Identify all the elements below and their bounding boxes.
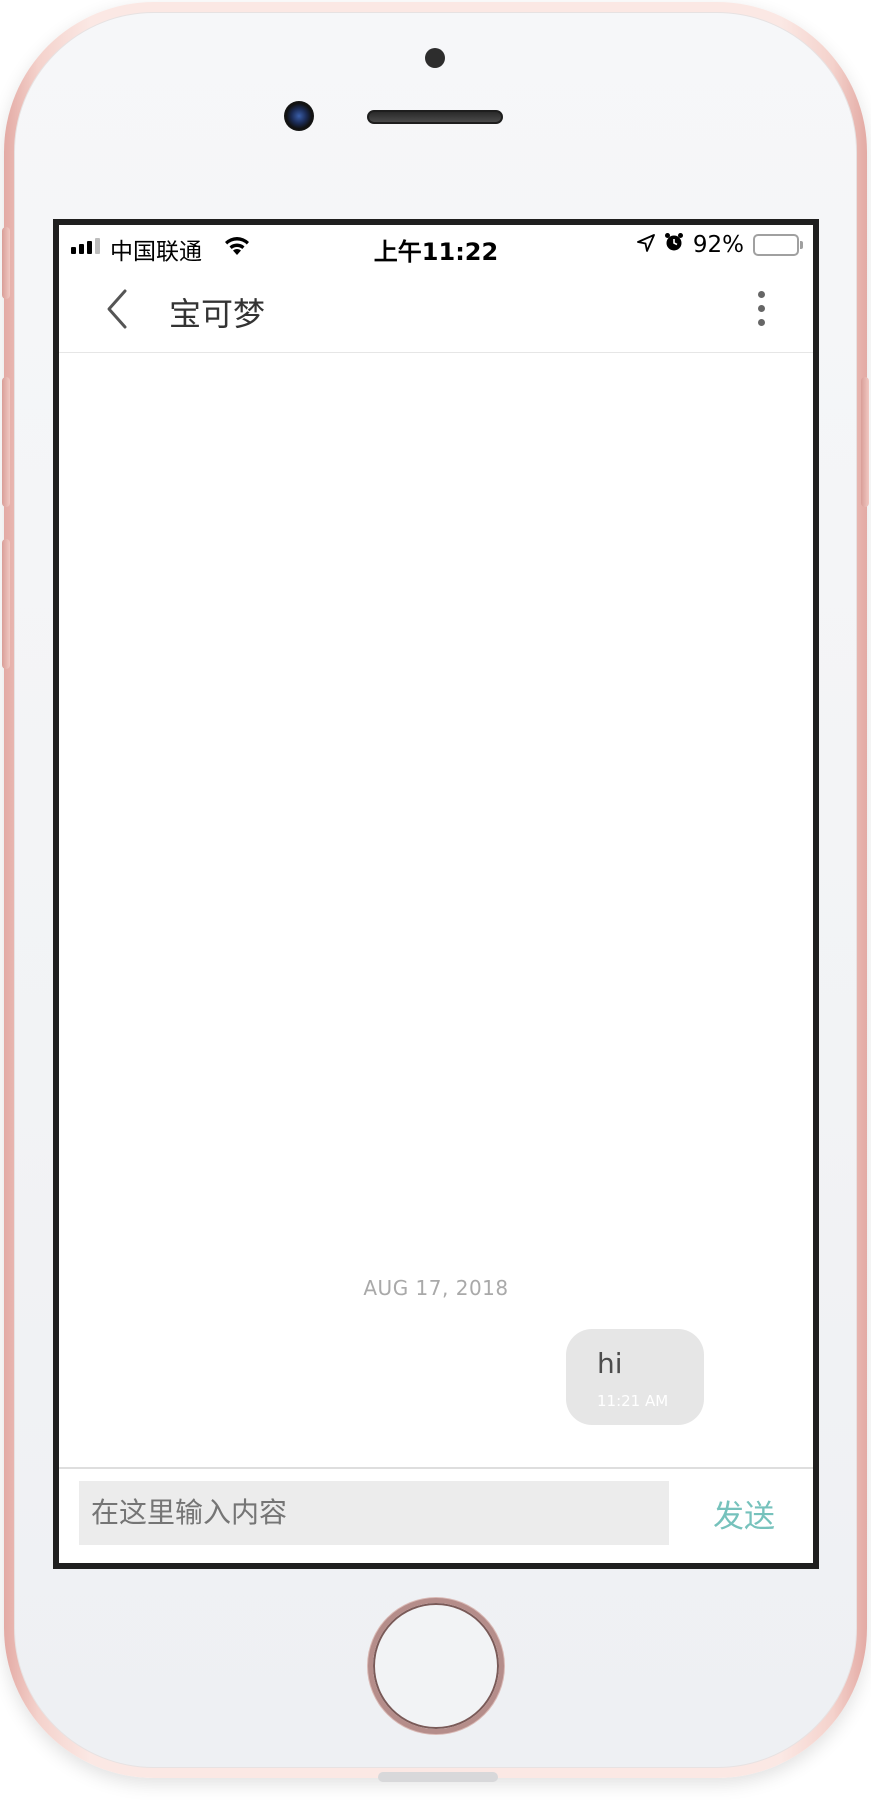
outgoing-message-bubble[interactable]: hi 11:21 AM <box>566 1329 704 1425</box>
phone-screen: 中国联通 上午11:22 92% 宝可梦 AUG 17, 2018 hi 11:… <box>53 219 819 1569</box>
home-button[interactable] <box>368 1598 504 1734</box>
volume-down-button <box>2 539 10 669</box>
lightning-port <box>378 1772 498 1782</box>
app-screen: 中国联通 上午11:22 92% 宝可梦 AUG 17, 2018 hi 11:… <box>59 225 813 1563</box>
message-input[interactable] <box>79 1481 669 1545</box>
front-camera <box>284 101 314 131</box>
battery-percent: 92% <box>692 232 744 258</box>
power-button <box>861 377 869 507</box>
more-options-button[interactable] <box>749 287 773 335</box>
back-button[interactable] <box>95 285 143 333</box>
more-vertical-icon <box>749 291 773 326</box>
message-composer: 发送 <box>59 1467 813 1563</box>
earpiece-speaker <box>367 110 503 124</box>
page-title: 宝可梦 <box>169 295 266 333</box>
mute-switch <box>2 227 10 299</box>
send-button[interactable]: 发送 <box>713 1491 775 1536</box>
message-text: hi <box>597 1347 623 1380</box>
alarm-icon <box>664 232 684 258</box>
location-arrow-icon <box>636 232 655 258</box>
nav-bar: 宝可梦 <box>59 265 813 353</box>
message-list[interactable]: AUG 17, 2018 hi 11:21 AM <box>59 354 813 1467</box>
volume-up-button <box>2 377 10 507</box>
chevron-left-icon <box>107 289 127 329</box>
message-timestamp: 11:21 AM <box>597 1392 669 1410</box>
status-right-group: 92% <box>636 232 803 258</box>
date-separator: AUG 17, 2018 <box>363 1276 509 1300</box>
status-bar: 中国联通 上午11:22 92% <box>59 225 813 266</box>
battery-icon <box>753 234 803 256</box>
proximity-sensor <box>425 48 445 68</box>
